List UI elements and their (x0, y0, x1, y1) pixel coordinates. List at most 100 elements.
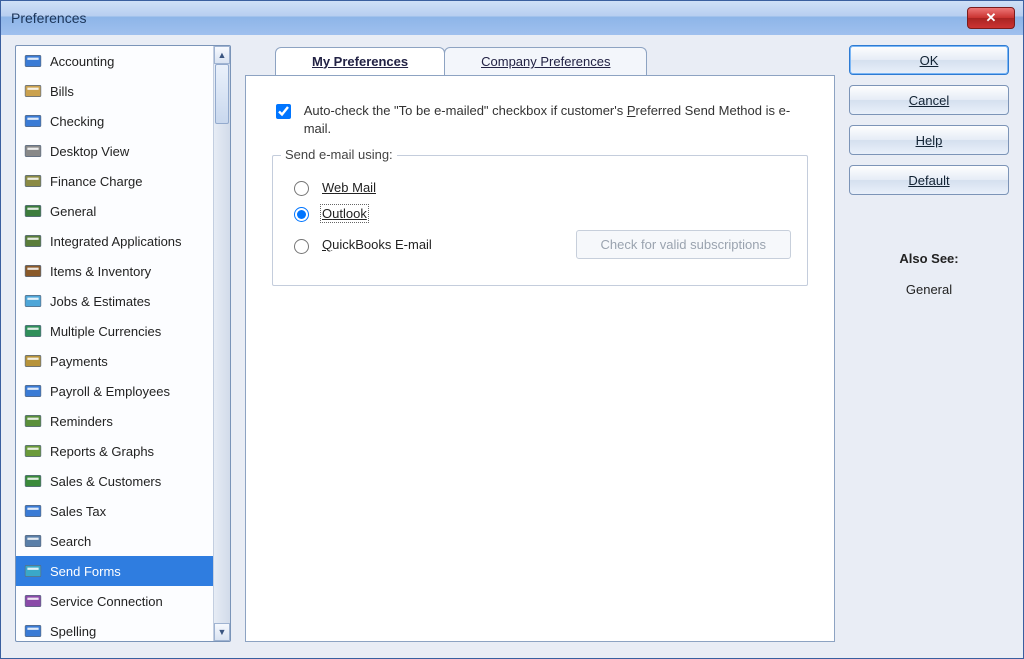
category-icon (24, 442, 42, 460)
category-label: Payments (50, 354, 108, 369)
window-title: Preferences (11, 10, 967, 26)
category-item-payroll-employees[interactable]: Payroll & Employees (16, 376, 213, 406)
category-icon (24, 142, 42, 160)
category-icon (24, 202, 42, 220)
category-label: Finance Charge (50, 174, 143, 189)
tab-company-preferences[interactable]: Company Preferences (444, 47, 647, 75)
scroll-track[interactable] (214, 64, 230, 623)
radio-webmail[interactable] (294, 181, 309, 196)
default-button[interactable]: Default (849, 165, 1009, 195)
category-item-desktop-view[interactable]: Desktop View (16, 136, 213, 166)
titlebar: Preferences ✕ (1, 1, 1023, 35)
also-see-header: Also See: (849, 251, 1009, 266)
category-label: Search (50, 534, 91, 549)
autocheck-checkbox[interactable] (276, 104, 291, 119)
category-item-spelling[interactable]: Spelling (16, 616, 213, 641)
category-icon (24, 472, 42, 490)
tab-company-underline: C (481, 54, 490, 69)
category-icon (24, 382, 42, 400)
category-icon (24, 622, 42, 640)
cancel-button[interactable]: Cancel (849, 85, 1009, 115)
check-subscriptions-button: Check for valid subscriptions (576, 230, 791, 259)
tab-my-underline: M (312, 54, 323, 69)
category-item-reminders[interactable]: Reminders (16, 406, 213, 436)
category-icon (24, 82, 42, 100)
category-icon (24, 532, 42, 550)
category-label: Multiple Currencies (50, 324, 161, 339)
help-button[interactable]: Help (849, 125, 1009, 155)
category-label: Service Connection (50, 594, 163, 609)
category-item-checking[interactable]: Checking (16, 106, 213, 136)
category-label: Bills (50, 84, 74, 99)
category-icon (24, 322, 42, 340)
category-item-items-inventory[interactable]: Items & Inventory (16, 256, 213, 286)
preferences-panel: Auto-check the "To be e-mailed" checkbox… (245, 75, 835, 642)
category-item-multiple-currencies[interactable]: Multiple Currencies (16, 316, 213, 346)
category-label: Payroll & Employees (50, 384, 170, 399)
category-label: Spelling (50, 624, 96, 639)
content-area: My Preferences Company Preferences Auto-… (245, 45, 835, 642)
radio-outlook-label[interactable]: Outlook (322, 206, 367, 221)
category-item-bills[interactable]: Bills (16, 76, 213, 106)
tab-my-rest: y Preferences (323, 54, 408, 69)
category-item-finance-charge[interactable]: Finance Charge (16, 166, 213, 196)
scroll-down-button[interactable]: ▼ (214, 623, 230, 641)
category-icon (24, 232, 42, 250)
tabs: My Preferences Company Preferences (245, 45, 835, 75)
category-item-search[interactable]: Search (16, 526, 213, 556)
send-email-group: Send e-mail using: Web Mail Outlook Quic… (272, 155, 808, 286)
category-item-integrated-applications[interactable]: Integrated Applications (16, 226, 213, 256)
radio-webmail-label[interactable]: Web Mail (322, 180, 376, 195)
autocheck-label: Auto-check the "To be e-mailed" checkbox… (304, 102, 808, 137)
category-list: Accounting Bills Checking Desktop View Finan… (16, 46, 213, 641)
close-button[interactable]: ✕ (967, 7, 1015, 29)
category-label: Sales & Customers (50, 474, 161, 489)
preferences-window: Preferences ✕ Accounting Bills Checking Des… (0, 0, 1024, 659)
category-item-sales-customers[interactable]: Sales & Customers (16, 466, 213, 496)
category-icon (24, 112, 42, 130)
category-label: Desktop View (50, 144, 129, 159)
scroll-up-button[interactable]: ▲ (214, 46, 230, 64)
send-email-legend: Send e-mail using: (281, 147, 397, 162)
category-icon (24, 592, 42, 610)
category-icon (24, 412, 42, 430)
scroll-thumb[interactable] (215, 64, 229, 124)
tab-my-preferences[interactable]: My Preferences (275, 47, 445, 75)
category-icon (24, 502, 42, 520)
ok-button[interactable]: OK (849, 45, 1009, 75)
category-label: Reminders (50, 414, 113, 429)
category-item-general[interactable]: General (16, 196, 213, 226)
category-item-send-forms[interactable]: Send Forms (16, 556, 213, 586)
category-icon (24, 352, 42, 370)
category-scrollbar[interactable]: ▲ ▼ (213, 46, 230, 641)
tab-company-rest: ompany Preferences (491, 54, 611, 69)
dialog-body: Accounting Bills Checking Desktop View Finan… (1, 35, 1023, 658)
close-icon: ✕ (986, 10, 997, 26)
radio-quickbooks-email[interactable] (294, 239, 309, 254)
category-item-jobs-estimates[interactable]: Jobs & Estimates (16, 286, 213, 316)
category-label: Jobs & Estimates (50, 294, 150, 309)
category-icon (24, 562, 42, 580)
category-label: Reports & Graphs (50, 444, 154, 459)
category-item-reports-graphs[interactable]: Reports & Graphs (16, 436, 213, 466)
category-item-sales-tax[interactable]: Sales Tax (16, 496, 213, 526)
category-label: Checking (50, 114, 104, 129)
radio-outlook[interactable] (294, 207, 309, 222)
side-column: OK Cancel Help Default Also See: General (849, 45, 1009, 642)
also-see-item[interactable]: General (849, 282, 1009, 297)
autocheck-row: Auto-check the "To be e-mailed" checkbox… (272, 102, 808, 137)
category-item-accounting[interactable]: Accounting (16, 46, 213, 76)
autocheck-text-a: Auto-check the "To be e-mailed" checkbox… (304, 103, 627, 118)
radio-row-quickbooks: QuickBooks E-mail Check for valid subscr… (289, 230, 791, 259)
radio-quickbooks-label[interactable]: QuickBooks E-mail (322, 237, 432, 252)
category-item-payments[interactable]: Payments (16, 346, 213, 376)
category-label: Items & Inventory (50, 264, 151, 279)
category-item-service-connection[interactable]: Service Connection (16, 586, 213, 616)
autocheck-underline: P (627, 103, 636, 118)
category-panel: Accounting Bills Checking Desktop View Finan… (15, 45, 231, 642)
category-label: Send Forms (50, 564, 121, 579)
category-icon (24, 172, 42, 190)
category-label: Sales Tax (50, 504, 106, 519)
category-label: General (50, 204, 96, 219)
radio-row-webmail: Web Mail (289, 178, 791, 196)
